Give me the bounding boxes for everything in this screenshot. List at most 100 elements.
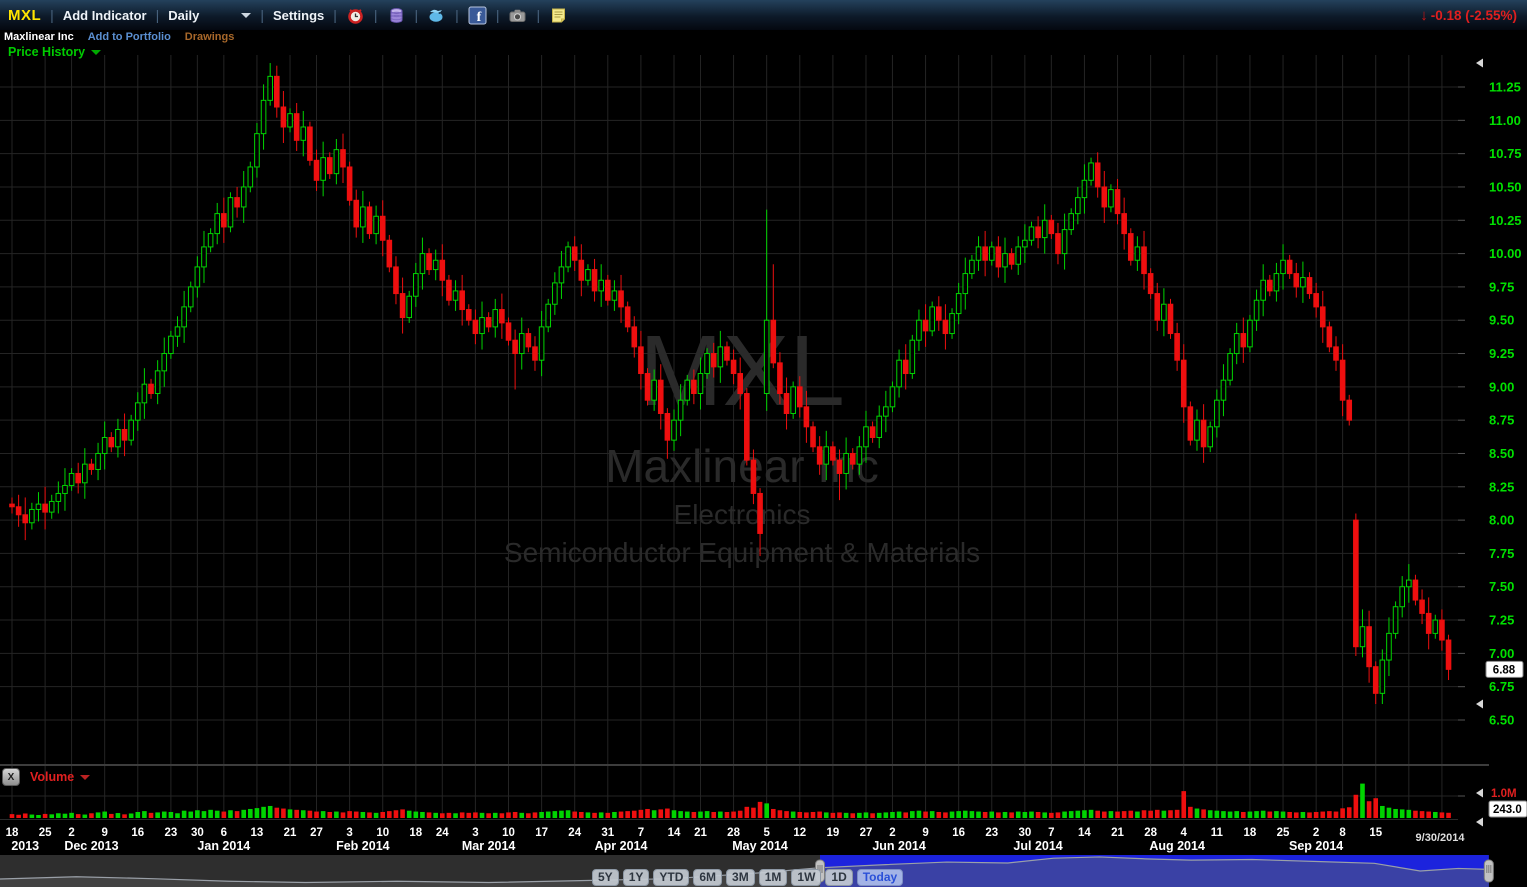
down-arrow-icon: ↓ — [1420, 7, 1428, 24]
svg-text:6.50: 6.50 — [1489, 713, 1514, 728]
svg-text:11.00: 11.00 — [1489, 113, 1521, 128]
svg-text:8.25: 8.25 — [1489, 479, 1514, 494]
svg-text:2: 2 — [68, 827, 74, 839]
range-button-1m[interactable]: 1M — [758, 869, 788, 886]
facebook-icon[interactable]: f — [468, 6, 487, 25]
svg-text:Feb 2014: Feb 2014 — [336, 839, 390, 853]
svg-text:10: 10 — [376, 827, 389, 839]
svg-text:1.0M: 1.0M — [1491, 788, 1517, 800]
svg-text:16: 16 — [131, 827, 144, 839]
chevron-down-icon — [241, 12, 252, 18]
svg-text:10.75: 10.75 — [1489, 146, 1522, 161]
range-button-1w[interactable]: 1W — [791, 869, 822, 886]
volume-pane-header: X Volume — [2, 768, 91, 786]
quote-change: ↓ -0.18 (-2.55%) — [1420, 7, 1517, 24]
svg-text:9: 9 — [101, 827, 107, 839]
add-to-portfolio-link[interactable]: Add to Portfolio — [88, 31, 171, 43]
svg-text:17: 17 — [535, 827, 548, 839]
svg-text:2013: 2013 — [11, 839, 39, 853]
svg-text:Jun 2014: Jun 2014 — [872, 839, 926, 853]
svg-text:21: 21 — [694, 827, 707, 839]
range-button-3m[interactable]: 3M — [726, 869, 755, 886]
svg-text:18: 18 — [6, 827, 19, 839]
svg-text:Jan 2014: Jan 2014 — [197, 839, 250, 853]
volume-dropdown[interactable]: Volume — [30, 770, 91, 784]
range-button-5y[interactable]: 5Y — [592, 869, 619, 886]
svg-text:10: 10 — [502, 827, 515, 839]
range-button-1d[interactable]: 1D — [825, 869, 853, 886]
svg-text:243.0: 243.0 — [1493, 804, 1522, 816]
price-history-dropdown[interactable]: Price History — [8, 45, 102, 59]
svg-text:8.75: 8.75 — [1489, 413, 1514, 428]
svg-text:19: 19 — [826, 827, 839, 839]
svg-text:23: 23 — [164, 827, 177, 839]
svg-text:5: 5 — [763, 827, 770, 839]
svg-text:Aug 2014: Aug 2014 — [1149, 839, 1205, 853]
add-indicator-button[interactable]: Add Indicator — [63, 8, 147, 23]
range-button-ytd[interactable]: YTD — [653, 869, 690, 886]
timeframe-buttons: 5Y 1Y YTD 6M 3M 1M 1W 1D Today — [592, 869, 904, 886]
charting-app: MXL Maxlinear Inc Electronics Semiconductor… — [0, 0, 1527, 887]
svg-text:30: 30 — [191, 827, 204, 839]
last-price-badge: 6.88 — [1485, 660, 1524, 678]
last-date-label: 9/30/2014 — [1416, 832, 1466, 844]
range-button-6m[interactable]: 6M — [693, 869, 723, 886]
svg-text:7: 7 — [1048, 827, 1054, 839]
range-button-1y[interactable]: 1Y — [622, 869, 650, 886]
grid-layer — [0, 55, 1458, 818]
company-name: Maxlinear Inc — [4, 31, 74, 43]
svg-text:8: 8 — [1339, 827, 1346, 839]
divider: | — [455, 7, 459, 23]
svg-text:Semiconductor Equipment & Mate: Semiconductor Equipment & Materials — [504, 537, 980, 568]
svg-text:Jul 2014: Jul 2014 — [1013, 839, 1062, 853]
timeframe-label: Daily — [168, 7, 200, 23]
volume-axis: 1.0M 243.0 — [1458, 788, 1527, 827]
svg-text:7.00: 7.00 — [1489, 646, 1514, 661]
snapshot-icon[interactable] — [508, 6, 527, 25]
divider: | — [155, 7, 160, 23]
svg-text:3: 3 — [472, 827, 478, 839]
svg-text:21: 21 — [284, 827, 297, 839]
symbol-subheader: Maxlinear Inc Add to Portfolio Drawings — [4, 31, 234, 43]
symbol-label[interactable]: MXL — [8, 7, 41, 24]
svg-text:7.25: 7.25 — [1489, 613, 1514, 628]
svg-text:11: 11 — [1211, 827, 1224, 839]
svg-text:16: 16 — [952, 827, 965, 839]
svg-text:18: 18 — [1244, 827, 1257, 839]
svg-text:Mar 2014: Mar 2014 — [462, 839, 516, 853]
svg-text:27: 27 — [860, 827, 873, 839]
x-axis[interactable]: 18 25 2 9 16 23 30 6 13 21 27 3 10 18 24 3 10 17 24 31 7 14 21… — [6, 827, 1466, 853]
alerts-icon[interactable] — [346, 6, 365, 25]
svg-text:2: 2 — [1313, 827, 1319, 839]
svg-text:Sep 2014: Sep 2014 — [1289, 839, 1343, 853]
svg-text:9.00: 9.00 — [1489, 379, 1514, 394]
drawings-link[interactable]: Drawings — [185, 31, 235, 43]
svg-text:6: 6 — [221, 827, 227, 839]
svg-text:4: 4 — [1181, 827, 1188, 839]
top-toolbar: MXL | Add Indicator | Daily | Settings |… — [0, 0, 1527, 30]
divider: | — [50, 7, 54, 23]
close-volume-button[interactable]: X — [2, 768, 20, 786]
price-axis[interactable]: 11.25 11.00 10.75 10.50 10.25 10.00 9.75 9.50 9.… — [1458, 80, 1522, 728]
notes-icon[interactable] — [549, 6, 568, 25]
settings-button[interactable]: Settings — [273, 8, 324, 23]
svg-text:31: 31 — [601, 827, 614, 839]
svg-text:24: 24 — [436, 827, 449, 839]
svg-text:28: 28 — [727, 827, 740, 839]
twitter-icon[interactable] — [427, 6, 446, 25]
svg-text:7.50: 7.50 — [1489, 579, 1514, 594]
range-button-today[interactable]: Today — [856, 869, 904, 886]
svg-text:May 2014: May 2014 — [732, 839, 788, 853]
price-chart-canvas[interactable]: MXL Maxlinear Inc Electronics Semiconductor… — [0, 0, 1527, 855]
svg-text:Electronics: Electronics — [674, 499, 811, 530]
timeframe-dropdown[interactable]: Daily — [168, 7, 252, 23]
svg-text:14: 14 — [668, 827, 681, 839]
database-icon[interactable] — [387, 6, 406, 25]
svg-text:11.25: 11.25 — [1489, 80, 1521, 95]
svg-text:30: 30 — [1018, 827, 1031, 839]
change-text: -0.18 (-2.55%) — [1430, 8, 1517, 23]
svg-text:f: f — [476, 10, 481, 25]
volume-bars-layer[interactable] — [9, 783, 1451, 818]
svg-text:Apr 2014: Apr 2014 — [595, 839, 648, 853]
svg-text:18: 18 — [409, 827, 422, 839]
